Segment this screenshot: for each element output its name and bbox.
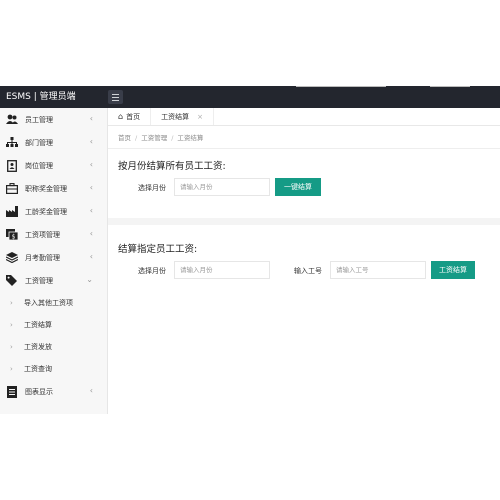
sidebar-item-employee[interactable]: 员工管理 ‹ — [0, 108, 107, 131]
tab-home[interactable]: ⌂ 首页 — [108, 108, 152, 125]
app-brand: ESMS | 管理员端 — [6, 92, 76, 102]
content-divider — [108, 148, 500, 149]
chevron-right-icon: › — [10, 299, 13, 307]
sidebar-subitem-label: 导入其他工资项 — [24, 299, 73, 307]
tag-icon — [6, 275, 18, 287]
sidebar: 员工管理 ‹ 部门管理 ‹ 岗位管理 ‹ 职称奖金管理 ‹ 工龄奖金管理 ‹ $… — [0, 108, 108, 414]
section-divider — [108, 218, 500, 225]
chevron-down-icon: ⌄ — [86, 275, 93, 284]
badge-icon — [6, 159, 18, 172]
close-icon[interactable]: × — [197, 113, 203, 121]
sidebar-subitem-label: 工资查询 — [24, 365, 52, 373]
sidebar-item-attendance[interactable]: 月考勤管理 ‹ — [0, 246, 107, 269]
topbar-divider — [430, 86, 470, 87]
sidebar-item-label: 岗位管理 — [25, 161, 53, 170]
month-label: 选择月份 — [138, 267, 166, 275]
month-input[interactable] — [174, 261, 270, 279]
sitemap-icon — [6, 137, 18, 149]
sidebar-subitem-payout[interactable]: › 工资发放 — [0, 336, 107, 358]
briefcase-icon — [6, 183, 18, 195]
tab-label: 工资结算 — [161, 112, 190, 121]
sidebar-subitem-query[interactable]: › 工资查询 — [0, 358, 107, 380]
chevron-left-icon: ‹ — [89, 252, 93, 261]
menu-toggle-icon[interactable] — [108, 90, 123, 104]
sidebar-item-label: 图表显示 — [25, 387, 53, 396]
breadcrumb-item[interactable]: 工资管理 — [141, 134, 167, 142]
app-frame: ESMS | 管理员端 员工管理 ‹ 部门管理 ‹ 岗位管理 ‹ 职称奖金管理 … — [0, 86, 500, 414]
chevron-left-icon: ‹ — [89, 206, 93, 215]
breadcrumb-item: 工资结算 — [177, 134, 204, 142]
employee-id-label: 输入工号 — [294, 267, 322, 275]
sidebar-subitem-import[interactable]: › 导入其他工资项 — [0, 292, 107, 314]
topbar-divider — [296, 86, 386, 87]
tab-label: 首页 — [126, 112, 141, 121]
employee-id-input[interactable] — [330, 261, 426, 279]
tab-salary-settlement[interactable]: 工资结算 × — [151, 108, 214, 125]
sidebar-item-label: 职称奖金管理 — [25, 184, 67, 193]
sidebar-item-label: 部门管理 — [25, 138, 53, 147]
sidebar-subitem-settlement[interactable]: › 工资结算 — [0, 314, 107, 336]
chevron-left-icon: ‹ — [89, 160, 93, 169]
layers-icon — [6, 252, 18, 264]
sidebar-item-charts[interactable]: 图表显示 ‹ — [0, 380, 107, 403]
chevron-right-icon: › — [10, 365, 13, 373]
chevron-left-icon: ‹ — [89, 229, 93, 238]
sidebar-item-department[interactable]: 部门管理 ‹ — [0, 131, 107, 154]
sidebar-item-label: 月考勤管理 — [25, 253, 60, 262]
sidebar-item-label: 员工管理 — [25, 115, 53, 124]
tab-bar: ⌂ 首页 工资结算 × — [108, 108, 500, 126]
breadcrumb-item[interactable]: 首页 — [118, 134, 131, 142]
chevron-left-icon: ‹ — [89, 114, 93, 123]
sidebar-subitem-label: 工资结算 — [24, 321, 52, 329]
sidebar-item-salary[interactable]: 工资管理 ⌄ — [0, 269, 107, 292]
sidebar-item-label: 工资管理 — [25, 276, 53, 285]
month-label: 选择月份 — [138, 184, 166, 192]
sidebar-item-title-bonus[interactable]: 职称奖金管理 ‹ — [0, 177, 107, 200]
chevron-left-icon: ‹ — [89, 386, 93, 395]
breadcrumb-separator: / — [171, 134, 174, 142]
breadcrumb: 首页 / 工资管理 / 工资结算 — [118, 132, 203, 142]
chevron-right-icon: › — [10, 321, 13, 329]
sidebar-subitem-label: 工资发放 — [24, 343, 52, 351]
svg-text:$: $ — [12, 234, 16, 240]
sidebar-item-label: 工资项管理 — [25, 230, 60, 239]
chevron-right-icon: › — [10, 343, 13, 351]
section-title-all: 按月份结算所有员工工资: — [118, 161, 226, 172]
chevron-left-icon: ‹ — [89, 183, 93, 192]
sidebar-item-position[interactable]: 岗位管理 ‹ — [0, 154, 107, 177]
money-bill-icon: $ — [6, 229, 18, 241]
industry-icon — [6, 206, 18, 218]
top-bar: ESMS | 管理员端 — [0, 86, 500, 108]
home-icon: ⌂ — [118, 112, 124, 121]
breadcrumb-separator: / — [135, 134, 138, 142]
sidebar-item-seniority-bonus[interactable]: 工龄奖金管理 ‹ — [0, 200, 107, 223]
sidebar-item-label: 工龄奖金管理 — [25, 207, 67, 216]
document-icon — [6, 385, 18, 398]
section-title-employee: 结算指定员工工资: — [118, 244, 198, 255]
sidebar-item-salary-items[interactable]: $ 工资项管理 ‹ — [0, 223, 107, 246]
settle-employee-button[interactable]: 工资结算 — [431, 261, 475, 279]
users-icon — [6, 114, 18, 126]
month-input[interactable] — [174, 178, 270, 196]
chevron-left-icon: ‹ — [89, 137, 93, 146]
settle-all-button[interactable]: 一键结算 — [275, 178, 321, 196]
